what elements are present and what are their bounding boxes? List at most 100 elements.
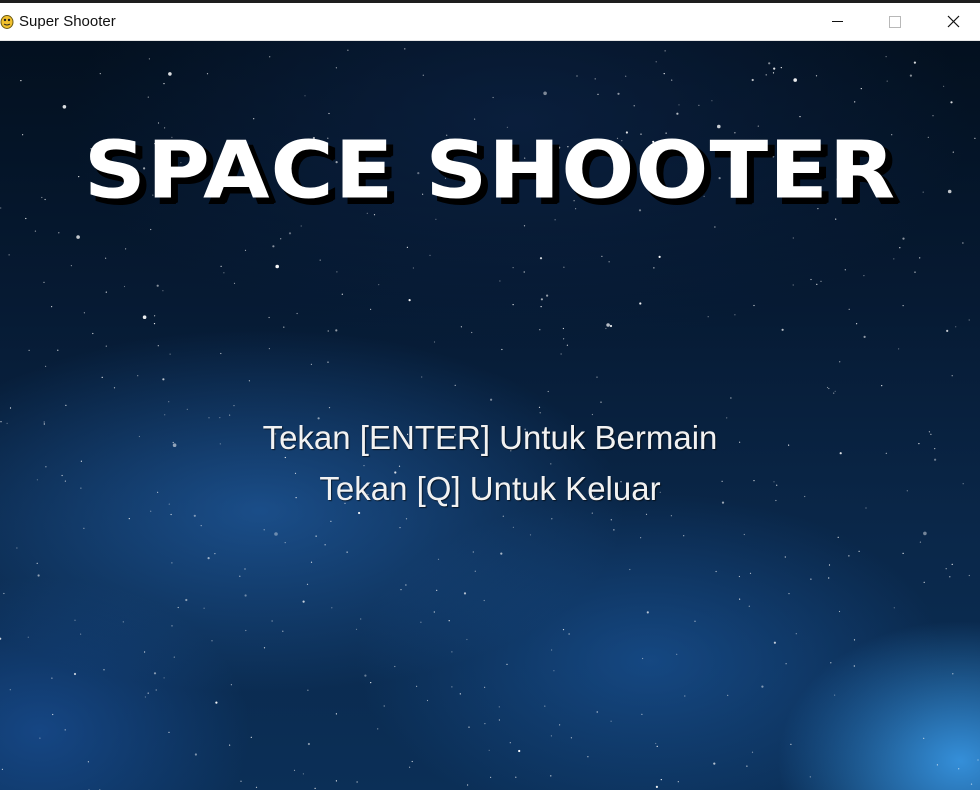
star <box>609 324 613 328</box>
star <box>51 677 53 679</box>
star <box>87 761 89 763</box>
star <box>1 768 3 771</box>
star <box>304 95 306 97</box>
title-bar[interactable]: Super Shooter <box>0 3 980 41</box>
star <box>400 589 402 591</box>
star <box>360 618 362 620</box>
star <box>660 779 662 781</box>
star <box>163 677 165 679</box>
star <box>144 651 146 653</box>
star <box>437 558 440 560</box>
star <box>244 594 247 597</box>
star <box>768 62 771 65</box>
star <box>346 551 348 553</box>
star <box>828 564 831 566</box>
star <box>253 118 255 120</box>
star <box>633 105 635 107</box>
minimize-button[interactable] <box>808 3 866 40</box>
star <box>272 245 275 248</box>
start-prompt: Tekan [ENTER] Untuk Bermain <box>262 419 718 456</box>
star <box>399 527 401 529</box>
star <box>3 592 5 595</box>
star <box>203 607 205 609</box>
star <box>591 413 594 416</box>
star <box>248 380 250 382</box>
star <box>268 348 270 350</box>
star <box>105 345 107 347</box>
star <box>899 247 901 249</box>
star <box>914 271 916 273</box>
star <box>451 686 453 688</box>
star <box>553 670 555 672</box>
close-icon <box>947 15 960 28</box>
star <box>949 576 951 578</box>
star <box>715 570 717 573</box>
star <box>952 673 954 675</box>
star <box>154 315 156 317</box>
star <box>566 344 569 346</box>
star <box>749 572 752 574</box>
star <box>220 352 222 355</box>
star <box>296 312 298 315</box>
star <box>539 329 541 331</box>
star <box>655 785 659 789</box>
star <box>363 465 365 467</box>
star <box>678 104 680 106</box>
star <box>773 641 777 644</box>
star <box>780 67 782 69</box>
star <box>498 706 500 708</box>
star <box>820 280 822 282</box>
star <box>625 75 627 77</box>
star <box>670 515 673 517</box>
star <box>785 663 787 665</box>
star <box>934 458 937 461</box>
star <box>28 349 30 351</box>
star <box>211 640 213 642</box>
star <box>863 335 866 338</box>
close-button[interactable] <box>924 3 980 40</box>
star <box>275 264 280 269</box>
star <box>943 85 945 87</box>
star <box>233 405 235 407</box>
star <box>451 651 453 653</box>
star <box>809 776 811 778</box>
star <box>562 327 565 330</box>
star <box>315 535 317 537</box>
star <box>641 713 643 716</box>
star <box>714 226 716 228</box>
star <box>280 238 282 240</box>
star <box>328 112 330 115</box>
star <box>302 600 305 603</box>
star <box>421 376 423 378</box>
star <box>92 332 94 335</box>
star <box>596 711 598 713</box>
star <box>245 629 247 632</box>
star <box>398 465 401 467</box>
star <box>713 762 716 765</box>
star <box>568 633 570 635</box>
star <box>144 696 146 698</box>
star <box>412 267 414 269</box>
star <box>484 723 486 725</box>
star <box>523 271 525 273</box>
star <box>128 518 130 520</box>
star <box>617 92 620 95</box>
star <box>310 561 313 563</box>
maximize-button[interactable] <box>866 3 924 40</box>
star <box>923 581 925 583</box>
star <box>826 386 829 389</box>
star <box>147 96 149 98</box>
star <box>502 515 504 517</box>
star <box>830 662 832 664</box>
star <box>683 535 685 537</box>
game-canvas[interactable]: SPACE SHOOTER Tekan [ENTER] Untuk Bermai… <box>0 41 980 790</box>
star <box>512 526 515 528</box>
star <box>162 378 165 381</box>
star <box>951 563 953 566</box>
star <box>207 557 210 560</box>
star <box>150 510 152 512</box>
star <box>664 50 666 52</box>
star <box>0 637 2 640</box>
star <box>215 701 218 704</box>
star <box>239 575 241 577</box>
